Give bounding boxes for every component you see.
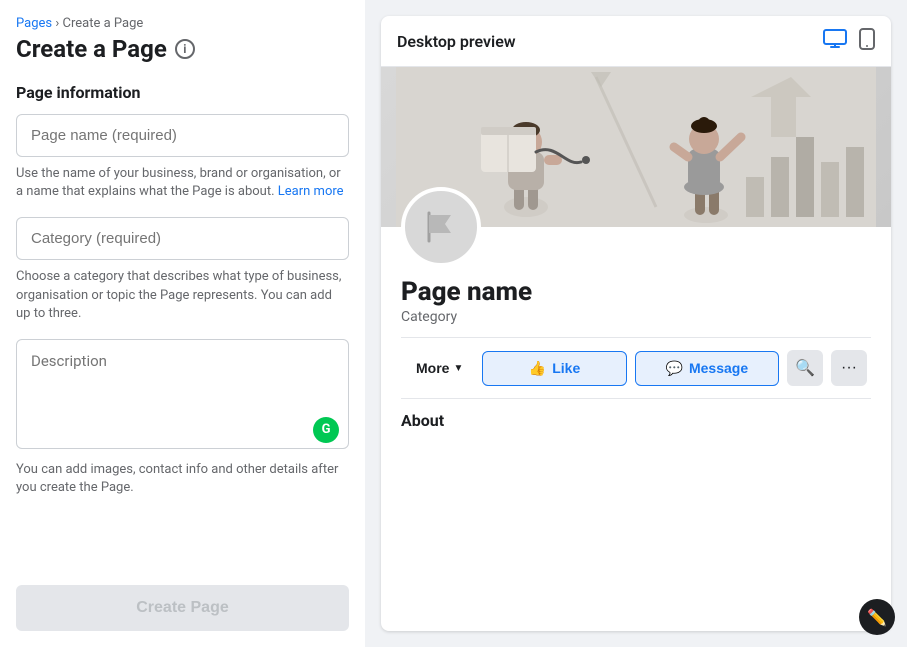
section-title: Page information bbox=[16, 83, 349, 102]
preview-title: Desktop preview bbox=[397, 32, 516, 51]
preview-page-name: Page name bbox=[401, 277, 871, 307]
page-title: Create a Page bbox=[16, 35, 167, 63]
desktop-view-icon[interactable] bbox=[823, 29, 847, 53]
breadcrumb: Pages › Create a Page bbox=[16, 16, 349, 31]
page-title-row: Create a Page i bbox=[16, 35, 349, 63]
more-button[interactable]: More ▼ bbox=[405, 353, 474, 383]
preview-header: Desktop preview bbox=[381, 16, 891, 67]
message-button[interactable]: 💬 Message bbox=[635, 351, 779, 386]
preview-icons bbox=[823, 28, 875, 54]
category-input[interactable] bbox=[16, 217, 349, 260]
breadcrumb-current: Create a Page bbox=[62, 16, 143, 31]
info-icon[interactable]: i bbox=[175, 39, 195, 59]
ellipsis-icon: ··· bbox=[841, 359, 857, 377]
mobile-view-icon[interactable] bbox=[859, 28, 875, 54]
create-page-button[interactable]: Create Page bbox=[16, 585, 349, 631]
preview-category: Category bbox=[401, 309, 871, 325]
profile-area: Page name Category More ▼ 👍 Like 💬 Messa… bbox=[381, 227, 891, 398]
breadcrumb-parent[interactable]: Pages bbox=[16, 16, 52, 31]
grammarly-icon: G bbox=[313, 417, 339, 443]
category-helper: Choose a category that describes what ty… bbox=[16, 268, 349, 323]
add-info-text: You can add images, contact info and oth… bbox=[16, 461, 349, 497]
chevron-down-icon: ▼ bbox=[453, 363, 463, 374]
about-title: About bbox=[401, 411, 444, 430]
action-buttons: More ▼ 👍 Like 💬 Message 🔍 ··· bbox=[401, 350, 871, 386]
page-name-helper: Use the name of your business, brand or … bbox=[16, 165, 349, 201]
description-input[interactable] bbox=[16, 339, 349, 449]
search-button[interactable]: 🔍 bbox=[787, 350, 823, 386]
pencil-icon: ✏️ bbox=[867, 608, 887, 627]
right-panel: Desktop preview bbox=[365, 0, 907, 647]
thumbs-up-icon: 👍 bbox=[529, 360, 546, 377]
preview-container: Desktop preview bbox=[381, 16, 891, 631]
edit-page-icon-button[interactable]: ✏️ bbox=[859, 599, 895, 635]
avatar bbox=[401, 187, 481, 267]
learn-more-link[interactable]: Learn more bbox=[278, 184, 344, 199]
like-button[interactable]: 👍 Like bbox=[482, 351, 626, 386]
about-section: About bbox=[401, 398, 871, 434]
description-wrapper: G bbox=[16, 339, 349, 453]
more-options-button[interactable]: ··· bbox=[831, 350, 867, 386]
messenger-icon: 💬 bbox=[666, 360, 683, 377]
divider bbox=[401, 337, 871, 338]
search-icon: 🔍 bbox=[795, 358, 815, 378]
page-name-input[interactable] bbox=[16, 114, 349, 157]
left-panel: Pages › Create a Page Create a Page i Pa… bbox=[0, 0, 365, 647]
